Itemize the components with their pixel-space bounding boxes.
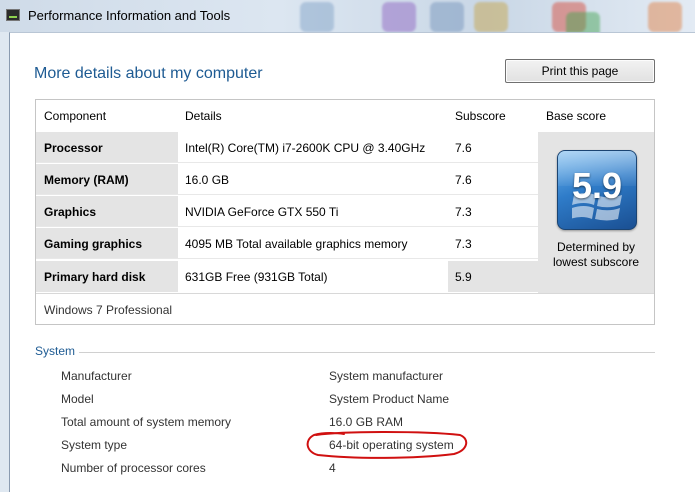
desktop-icon [300, 2, 334, 32]
base-score-panel: 5.9 Determined by lowest subscore [538, 132, 654, 293]
component-details: 4095 MB Total available graphics memory [178, 228, 448, 258]
component-details: 631GB Free (931GB Total) [178, 261, 448, 292]
component-subscore: 7.3 [448, 228, 538, 258]
system-info-key: Total amount of system memory [61, 415, 232, 429]
lowest-subscore: 5.9 [448, 261, 538, 292]
component-details: Intel(R) Core(TM) i7-2600K CPU @ 3.40GHz [178, 132, 448, 162]
score-table: Component Details Subscore Base score Pr… [35, 99, 655, 325]
window-title: Performance Information and Tools [28, 7, 231, 23]
component-name: Processor [36, 132, 178, 162]
component-details: 16.0 GB [178, 164, 448, 194]
column-header-subscore: Subscore [455, 109, 506, 123]
desktop-icon [566, 12, 600, 32]
system-info-value: 4 [329, 461, 336, 475]
print-page-button[interactable]: Print this page [505, 59, 655, 83]
title-bar[interactable]: Performance Information and Tools [0, 0, 250, 30]
desktop-icon [430, 2, 464, 32]
column-header-component: Component [44, 109, 107, 123]
system-section-title: System [35, 344, 76, 358]
system-info-value: System Product Name [329, 392, 450, 406]
os-edition: Windows 7 Professional [36, 293, 654, 325]
system-info-row: Number of processor cores 4 [61, 461, 621, 481]
component-name: Graphics [36, 196, 178, 226]
component-name: Memory (RAM) [36, 164, 178, 194]
table-row: Graphics NVIDIA GeForce GTX 550 Ti 7.3 [36, 196, 538, 227]
base-score-caption-line: Determined by [556, 240, 636, 254]
score-table-header: Component Details Subscore Base score [36, 100, 654, 132]
system-info-key: Model [61, 392, 94, 406]
system-info-key: Manufacturer [61, 369, 132, 383]
component-subscore: 7.6 [448, 164, 538, 194]
component-subscore: 7.6 [448, 132, 538, 162]
base-score-caption: Determined by lowest subscore [538, 240, 654, 270]
base-score-value: 5.9 [571, 165, 623, 206]
performance-app-icon [6, 9, 20, 21]
table-row: Primary hard disk 631GB Free (931GB Tota… [36, 261, 538, 292]
component-details: NVIDIA GeForce GTX 550 Ti [178, 196, 448, 226]
page-title: More details about my computer [34, 65, 263, 82]
base-score-caption-line: lowest subscore [552, 255, 640, 269]
system-info-key: System type [61, 438, 128, 452]
red-annotation-circle [306, 431, 468, 459]
component-name: Primary hard disk [36, 261, 178, 292]
table-row: Gaming graphics 4095 MB Total available … [36, 228, 538, 259]
table-row: Memory (RAM) 16.0 GB 7.6 [36, 164, 538, 195]
section-divider [79, 352, 655, 353]
system-info-row: Manufacturer System manufacturer [61, 369, 621, 389]
component-name: Gaming graphics [36, 228, 178, 258]
component-subscore: 7.3 [448, 196, 538, 226]
desktop-icon [382, 2, 416, 32]
system-info-value: System manufacturer [329, 369, 444, 383]
system-info-row: Model System Product Name [61, 392, 621, 412]
window-content: More details about my computer Print thi… [9, 32, 695, 492]
column-header-details: Details [185, 109, 222, 123]
base-score-badge: 5.9 [557, 150, 637, 230]
column-header-base-score: Base score [546, 109, 607, 123]
desktop-icon [474, 2, 508, 32]
system-info-value: 16.0 GB RAM [329, 415, 404, 429]
table-row: Processor Intel(R) Core(TM) i7-2600K CPU… [36, 132, 538, 163]
system-info-key: Number of processor cores [61, 461, 206, 475]
desktop-icon [648, 2, 682, 32]
